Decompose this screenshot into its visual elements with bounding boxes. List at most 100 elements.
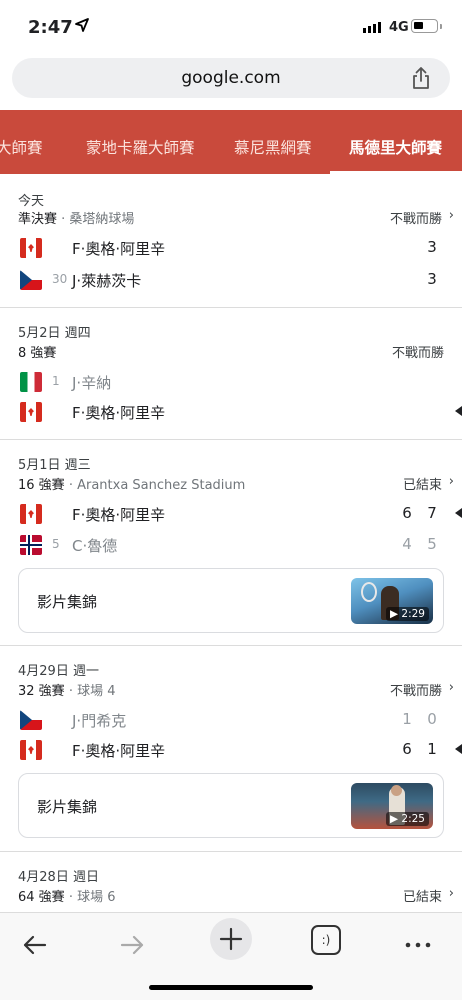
match-date: 4月29日 週一 [18,664,99,679]
chevron-right-icon[interactable]: › [449,474,454,489]
tab-monte-carlo[interactable]: 蒙地卡羅大師賽 [86,136,195,158]
player-name: C·魯德 [72,537,118,555]
venue-name: Arantxa Sanchez Stadium [77,478,246,493]
player-row: 1 J·辛納 [0,368,462,396]
duration-text: 2:29 [401,608,425,620]
forward-icon[interactable] [112,925,152,965]
chevron-right-icon[interactable]: › [449,680,454,695]
set-score: 6 [402,504,412,522]
player-row: F·奧格·阿里辛 [0,398,462,426]
player-name: F·奧格·阿里辛 [72,742,166,760]
highlights-card[interactable]: 影片集錦 ▶ 2:29 [18,568,444,633]
tab-masters[interactable]: 大師賽 [0,136,43,158]
battery-tip [440,24,442,29]
match-card[interactable]: 4月28日 週日 64 強賽 · 球場 6 已結束 › [0,852,462,912]
match-date: 5月2日 週四 [18,326,91,341]
player-name: F·奧格·阿里辛 [72,404,166,422]
set-score: 1 [427,740,437,758]
match-round: 準決賽 · 桑塔納球場 [18,212,135,227]
highlights-label: 影片集錦 [37,593,98,611]
plus-icon[interactable] [211,919,251,959]
italy-flag-icon [20,372,42,392]
match-round: 32 強賽 · 球場 4 [18,684,116,699]
player-seed: 30 [52,272,68,286]
set-score: 3 [427,238,437,256]
tabs-icon[interactable]: :) [311,925,341,955]
location-arrow-icon [75,18,89,32]
match-status: 不戰而勝 [389,684,442,699]
czechia-flag-icon [20,270,42,290]
chevron-right-icon[interactable]: › [449,208,454,223]
player-row: 5 C·魯德 4 5 [0,531,462,559]
status-time: 2:47 [28,17,73,38]
tournament-tabs: 大師賽 蒙地卡羅大師賽 慕尼黑網賽 馬德里大師賽 [0,110,462,174]
player-row: 30 J·萊赫茨卡 3 [0,266,462,294]
canada-flag-icon [20,402,42,422]
player-row: F·奧格·阿里辛 6 1 [0,736,462,764]
chevron-right-icon[interactable]: › [449,886,454,901]
tab-madrid[interactable]: 馬德里大師賽 [349,136,442,158]
duration-text: 2:25 [401,813,425,825]
share-icon[interactable] [410,66,432,90]
play-icon: ▶ [389,813,402,825]
set-score: 3 [427,270,437,288]
signal-icon [363,22,381,33]
canada-flag-icon [20,740,42,760]
match-card[interactable]: 5月2日 週四 8 強賽 不戰而勝 1 J·辛納 F·奧格·阿里辛 [0,308,462,440]
address-bar[interactable]: google.com [12,58,450,98]
player-seed: 1 [52,374,60,388]
set-score: 7 [427,504,437,522]
more-icon[interactable] [398,925,438,965]
match-date: 今天 [18,194,45,209]
match-round: 16 強賽 · Arantxa Sanchez Stadium [18,478,246,493]
set-score: 6 [402,740,412,758]
match-card[interactable]: 今天 準決賽 · 桑塔納球場 不戰而勝 › F·奧格·阿里辛 3 30 J·萊赫… [0,174,462,308]
czechia-flag-icon [20,710,42,730]
set-score: 1 [402,710,412,728]
back-icon[interactable] [15,925,55,965]
video-thumbnail[interactable]: ▶ 2:29 [351,578,433,624]
player-name: F·奧格·阿里辛 [72,506,166,524]
highlights-card[interactable]: 影片集錦 ▶ 2:25 [18,773,444,838]
player-name: J·門希克 [72,712,127,730]
player-row: F·奧格·阿里辛 6 7 [0,500,462,528]
winner-arrow-icon [455,406,462,416]
round-name: 64 強賽 [18,890,65,905]
player-name: J·萊赫茨卡 [72,272,142,290]
venue-name: 球場 4 [77,684,116,699]
canada-flag-icon [20,238,42,258]
round-name: 16 強賽 [18,478,65,493]
home-indicator [149,985,313,990]
round-name: 準決賽 [18,212,58,227]
match-status: 不戰而勝 [389,212,442,227]
player-name: J·辛納 [72,374,112,392]
match-round: 64 強賽 · 球場 6 [18,890,116,905]
winner-arrow-icon [455,744,462,754]
url-text[interactable]: google.com [12,68,450,88]
status-bar: 2:47 4G [0,0,462,52]
play-icon: ▶ [389,608,402,620]
set-score: 5 [427,535,437,553]
match-status: 不戰而勝 [391,346,444,361]
player-name: F·奧格·阿里辛 [72,240,166,258]
tab-munich[interactable]: 慕尼黑網賽 [234,136,312,158]
match-card[interactable]: 4月29日 週一 32 強賽 · 球場 4 不戰而勝 › J·門希克 1 0 F… [0,646,462,852]
match-date: 5月1日 週三 [18,458,91,473]
video-duration: ▶ 2:25 [385,812,429,826]
battery-icon [411,19,438,33]
match-status: 已結束 [402,890,442,905]
network-type: 4G [389,20,409,35]
player-seed: 5 [52,537,60,551]
set-score: 4 [402,535,412,553]
player-row: F·奧格·阿里辛 3 [0,234,462,262]
venue-name: 桑塔納球場 [69,212,135,227]
match-round: 8 強賽 [18,346,57,361]
set-score: 0 [427,710,437,728]
match-card[interactable]: 5月1日 週三 16 強賽 · Arantxa Sanchez Stadium … [0,440,462,646]
round-name: 32 強賽 [18,684,65,699]
venue-name: 球場 6 [77,890,116,905]
winner-arrow-icon [455,508,462,518]
video-duration: ▶ 2:29 [385,607,429,621]
video-thumbnail[interactable]: ▶ 2:25 [351,783,433,829]
canada-flag-icon [20,504,42,524]
